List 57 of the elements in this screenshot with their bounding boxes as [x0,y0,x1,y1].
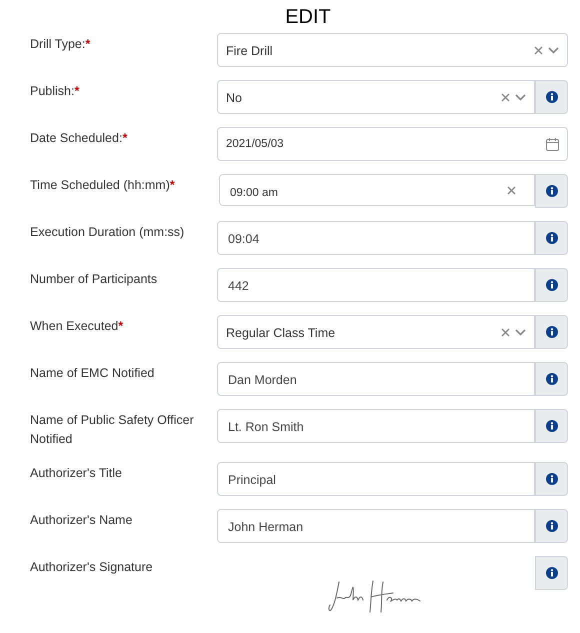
time-field[interactable]: 09:00 am [219,174,535,206]
info-icon [546,91,558,103]
required-asterisk: * [74,84,80,98]
select-field[interactable]: Fire Drill [217,33,568,67]
text-field[interactable]: 442 [217,268,535,302]
info-button[interactable] [535,221,568,255]
info-button[interactable] [535,268,568,302]
info-icon [546,232,558,244]
text-field[interactable]: 09:04 [217,221,535,255]
text-field[interactable]: Dan Morden [217,362,535,396]
text-field[interactable]: John Herman [217,509,535,543]
info-icon [546,473,558,485]
info-icon [546,520,558,532]
info-button[interactable] [535,462,568,496]
info-icon [546,326,558,338]
info-icon [546,279,558,291]
info-button[interactable] [535,315,568,349]
field-label: Date Scheduled: [30,131,122,145]
select-field[interactable]: Regular Class Time [217,315,535,349]
text-field[interactable]: Lt. Ron Smith [217,409,535,443]
info-button[interactable] [535,509,568,543]
field-label: Time Scheduled (hh:mm) [30,178,170,192]
field-label: Authorizer's Signature [30,560,153,574]
page-title: EDIT [285,5,331,30]
field-label: Authorizer's Title [30,466,122,480]
chevron-down-icon[interactable] [515,94,526,100]
field-label: Drill Type: [30,37,86,51]
clear-icon[interactable] [534,46,543,54]
info-icon [546,185,558,197]
info-icon [546,567,558,579]
select-field[interactable]: No [217,80,535,114]
required-asterisk: * [170,178,175,192]
info-button[interactable] [535,409,568,443]
field-label: Name of EMC Notified [30,366,154,380]
field-label: Name of Public Safety Officer Notified [30,413,194,446]
date-field[interactable]: 2021/05/03 [217,127,568,161]
info-icon [546,420,558,432]
clear-icon[interactable] [507,186,516,194]
field-label: When Executed [30,319,118,333]
info-button[interactable] [535,556,568,590]
field-label: Publish: [30,84,74,98]
info-button[interactable] [535,174,568,208]
clear-icon[interactable] [501,328,510,336]
info-button[interactable] [535,362,568,396]
chevron-down-icon[interactable] [515,328,526,336]
field-label: Execution Duration (mm:ss) [30,225,184,239]
field-label: Number of Participants [30,272,158,286]
required-asterisk: * [118,319,124,333]
clear-icon[interactable] [501,92,510,102]
required-asterisk: * [122,131,128,145]
chevron-down-icon[interactable] [548,46,559,54]
text-field[interactable]: Principal [217,462,535,496]
field-label: Authorizer's Name [30,513,132,527]
info-button[interactable] [535,80,568,114]
required-asterisk: * [85,37,90,51]
info-icon [546,373,558,385]
calendar-icon[interactable] [546,138,559,150]
